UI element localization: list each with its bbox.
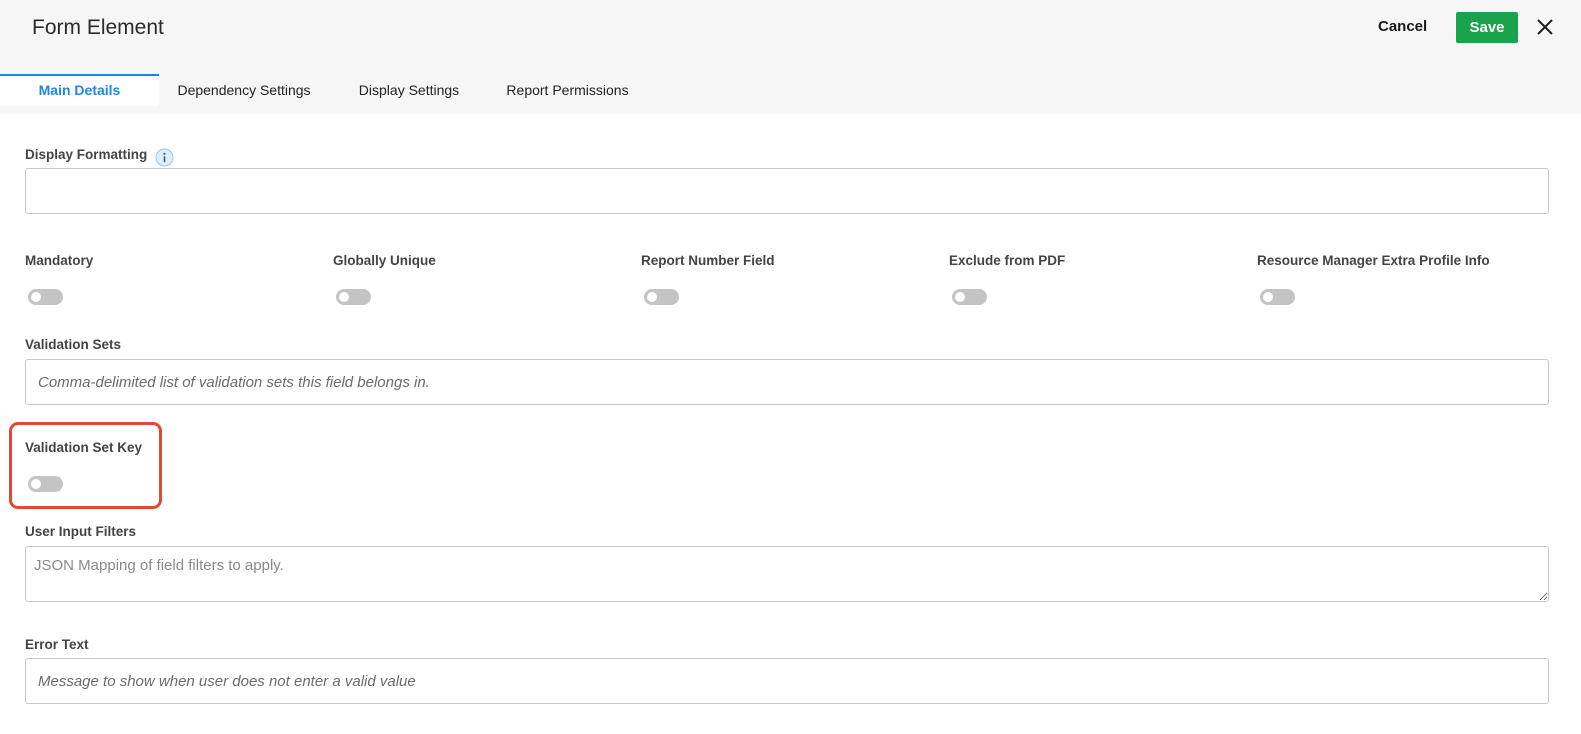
toggle-knob [339, 292, 349, 302]
toggle-knob [31, 292, 41, 302]
resource-manager-extra-profile-info-label: Resource Manager Extra Profile Info [1257, 253, 1490, 268]
toggle-knob [31, 479, 41, 489]
user-input-filters-label: User Input Filters [25, 524, 137, 539]
error-text-label: Error Text [25, 637, 89, 652]
globally-unique-toggle[interactable] [336, 289, 371, 305]
globally-unique-label: Globally Unique [333, 253, 436, 268]
toggle-knob [647, 292, 657, 302]
resource-manager-extra-profile-info-toggle[interactable] [1260, 289, 1295, 305]
tab-display-settings[interactable]: Display Settings [340, 74, 478, 106]
report-number-field-toggle[interactable] [644, 289, 679, 305]
toggle-knob [955, 292, 965, 302]
display-formatting-label: Display Formatting [25, 147, 148, 162]
display-formatting-input[interactable] [25, 168, 1549, 214]
toggle-knob [1263, 292, 1273, 302]
tab-dependency-settings[interactable]: Dependency Settings [159, 74, 329, 106]
tab-bar: Main Details Dependency Settings Display… [0, 74, 700, 114]
exclude-from-pdf-toggle[interactable] [952, 289, 987, 305]
mandatory-toggle[interactable] [28, 289, 63, 305]
mandatory-label: Mandatory [25, 253, 94, 268]
save-button[interactable]: Save [1456, 12, 1518, 43]
info-icon[interactable] [155, 148, 174, 167]
exclude-from-pdf-label: Exclude from PDF [949, 253, 1066, 268]
error-text-input[interactable] [25, 658, 1549, 704]
report-number-field-label: Report Number Field [641, 253, 775, 268]
dialog-title: Form Element [32, 16, 164, 39]
user-input-filters-textarea[interactable] [25, 546, 1549, 602]
dialog-header: Form Element Cancel Save Main Details De… [0, 0, 1581, 114]
validation-set-key-toggle[interactable] [28, 476, 63, 492]
tab-report-permissions[interactable]: Report Permissions [490, 74, 645, 106]
cancel-button[interactable]: Cancel [1378, 17, 1427, 37]
validation-sets-label: Validation Sets [25, 337, 122, 352]
validation-set-key-label: Validation Set Key [25, 440, 143, 455]
tab-main-details[interactable]: Main Details [0, 74, 159, 106]
validation-sets-input[interactable] [25, 359, 1549, 405]
highlight-box [9, 422, 162, 509]
close-icon[interactable] [1535, 17, 1555, 37]
